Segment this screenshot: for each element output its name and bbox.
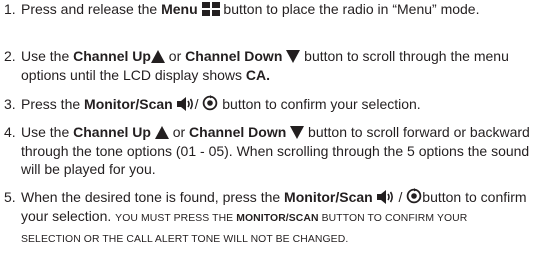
scan-icon — [203, 95, 218, 111]
scan-icon — [406, 188, 422, 204]
monitor-scan-label: Monitor/Scan — [84, 96, 173, 112]
monitor-scan-label: Monitor/Scan — [284, 189, 373, 205]
channel-up-label: Channel Up — [73, 48, 151, 64]
speaker-icon — [176, 97, 193, 111]
speaker-icon — [376, 190, 393, 204]
triangle-up-icon — [154, 126, 169, 139]
ca-display-label: CA. — [245, 66, 271, 83]
step-3: 3. Press the Monitor/Scan / button to co… — [4, 95, 530, 114]
step-text: When the desired tone is found, press th… — [21, 188, 527, 245]
step-4: 4. Use the Channel Up or Channel Down bu… — [4, 123, 530, 179]
triangle-up-icon — [150, 50, 165, 63]
step-number: 2. — [4, 48, 16, 64]
step-number: 5. — [4, 189, 16, 205]
menu-grid-icon — [201, 2, 220, 16]
step-2: 2. Use the Channel Up or Channel Down bu… — [4, 47, 530, 84]
step-text: Press and release the Menu button to pla… — [21, 1, 480, 17]
step-1: 1. Press and release the Menu button to … — [4, 0, 530, 19]
step-text: Use the Channel Up or Channel Down butto… — [21, 124, 530, 177]
step-number: 1. — [4, 1, 16, 17]
step-number: 4. — [4, 124, 16, 140]
step-5: 5. When the desired tone is found, press… — [4, 188, 530, 250]
triangle-down-icon — [286, 50, 301, 63]
instruction-page: 1. Press and release the Menu button to … — [0, 0, 536, 279]
channel-down-label: Channel Down — [189, 124, 287, 140]
channel-up-label: Channel Up — [73, 124, 151, 140]
step-text: Use the Channel Up or Channel Down butto… — [21, 48, 509, 83]
menu-button-label: Menu — [161, 1, 198, 17]
step-number: 3. — [4, 96, 16, 112]
step-text: Press the Monitor/Scan / button to confi… — [21, 95, 421, 112]
triangle-down-icon — [290, 126, 305, 139]
channel-down-label: Channel Down — [185, 48, 283, 64]
